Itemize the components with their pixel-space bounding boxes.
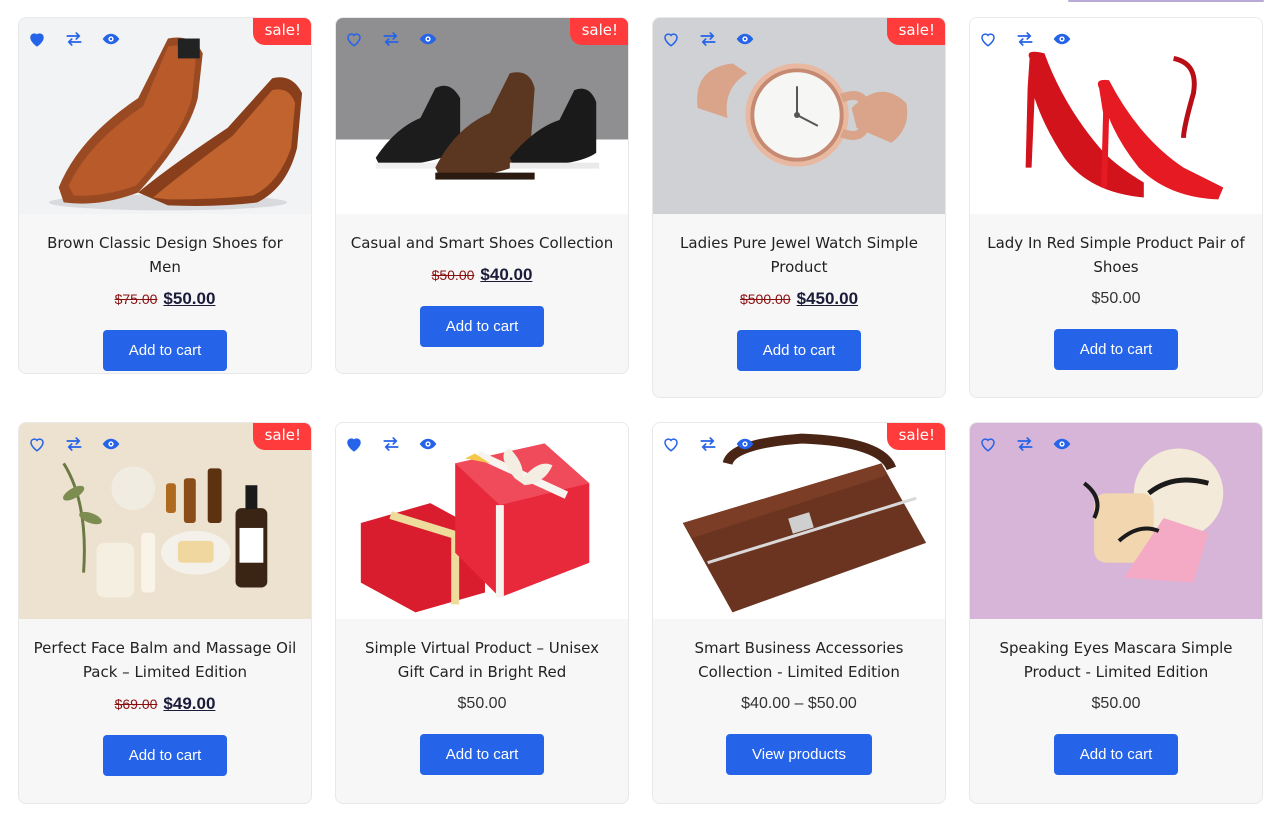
add-to-cart-button[interactable]: Add to cart [736,330,862,371]
product-title[interactable]: Brown Classic Design Shoes for Men [33,231,297,279]
product-card: sale! Smart Business Accessories Collect… [652,422,946,804]
sale-badge: sale! [886,18,945,45]
card-actions [345,435,437,453]
add-to-cart-button[interactable]: Add to cart [102,330,228,371]
product-image[interactable]: sale! [19,423,311,619]
quick-view-icon[interactable] [1053,30,1071,48]
product-title[interactable]: Simple Virtual Product – Unisex Gift Car… [350,636,614,684]
product-info: Simple Virtual Product – Unisex Gift Car… [336,619,628,799]
sale-badge: sale! [886,423,945,450]
view-products-button[interactable]: View products [726,734,872,775]
heart-icon[interactable] [662,435,680,453]
product-info: Casual and Smart Shoes Collection $50.00… [336,214,628,371]
top-edge-element [1068,0,1264,2]
product-price: $500.00 $450.00 [667,288,931,311]
product-info: Brown Classic Design Shoes for Men $75.0… [19,214,311,373]
card-actions [662,30,754,48]
product-image[interactable]: sale! [653,18,945,214]
product-price: $50.00 [984,693,1248,715]
regular-price: $50.00 [1091,290,1141,307]
card-actions [28,435,120,453]
product-title[interactable]: Ladies Pure Jewel Watch Simple Product [667,231,931,279]
product-title[interactable]: Perfect Face Balm and Massage Oil Pack –… [33,636,297,684]
card-actions [662,435,754,453]
product-price: $40.00 – $50.00 [667,693,931,715]
quick-view-icon[interactable] [102,30,120,48]
heart-icon[interactable] [345,30,363,48]
compare-icon[interactable] [65,30,83,48]
product-image[interactable]: sale! [19,18,311,214]
add-to-cart-button[interactable]: Add to cart [419,306,545,347]
price-range: $40.00 – $50.00 [741,695,857,712]
old-price: $500.00 [739,291,791,307]
add-to-cart-button[interactable]: Add to cart [1053,329,1179,370]
compare-icon[interactable] [699,435,717,453]
product-title[interactable]: Lady In Red Simple Product Pair of Shoes [984,231,1248,279]
card-actions [345,30,437,48]
product-title[interactable]: Speaking Eyes Mascara Simple Product - L… [984,636,1248,684]
compare-icon[interactable] [65,435,83,453]
compare-icon[interactable] [382,435,400,453]
product-info: Lady In Red Simple Product Pair of Shoes… [970,214,1262,394]
product-info: Ladies Pure Jewel Watch Simple Product $… [653,214,945,395]
heart-icon[interactable] [662,30,680,48]
old-price: $69.00 [114,696,158,712]
product-price: $50.00 [350,693,614,715]
product-card: sale! Ladies Pure Jewel Watch Simple Pro… [652,17,946,398]
compare-icon[interactable] [1016,435,1034,453]
sale-badge: sale! [252,18,311,45]
product-info: Perfect Face Balm and Massage Oil Pack –… [19,619,311,800]
sale-price: $49.00 [163,694,216,713]
sale-price: $450.00 [796,289,859,308]
product-price: $50.00 $40.00 [350,264,614,287]
product-card: Speaking Eyes Mascara Simple Product - L… [969,422,1263,804]
quick-view-icon[interactable] [736,30,754,48]
regular-price: $50.00 [1091,695,1141,712]
product-info: Speaking Eyes Mascara Simple Product - L… [970,619,1262,799]
heart-icon[interactable] [345,435,363,453]
product-title[interactable]: Smart Business Accessories Collection - … [667,636,931,684]
card-actions [979,435,1071,453]
compare-icon[interactable] [1016,30,1034,48]
product-image[interactable] [970,423,1262,619]
card-actions [28,30,120,48]
quick-view-icon[interactable] [736,435,754,453]
heart-icon[interactable] [979,435,997,453]
product-price: $69.00 $49.00 [33,693,297,716]
old-price: $75.00 [114,291,158,307]
quick-view-icon[interactable] [1053,435,1071,453]
quick-view-icon[interactable] [102,435,120,453]
quick-view-icon[interactable] [419,30,437,48]
old-price: $50.00 [431,267,475,283]
quick-view-icon[interactable] [419,435,437,453]
product-price: $75.00 $50.00 [33,288,297,311]
product-image[interactable]: sale! [336,18,628,214]
sale-price: $50.00 [163,289,216,308]
card-actions [979,30,1071,48]
compare-icon[interactable] [382,30,400,48]
product-info: Smart Business Accessories Collection - … [653,619,945,799]
sale-badge: sale! [252,423,311,450]
product-image[interactable] [336,423,628,619]
product-image[interactable]: sale! [653,423,945,619]
compare-icon[interactable] [699,30,717,48]
product-card: Simple Virtual Product – Unisex Gift Car… [335,422,629,804]
product-card: sale! Casual and Smart Shoes Collection … [335,17,629,374]
regular-price: $50.00 [457,695,507,712]
sale-badge: sale! [569,18,628,45]
add-to-cart-button[interactable]: Add to cart [1053,734,1179,775]
add-to-cart-button[interactable]: Add to cart [419,734,545,775]
product-card: Lady In Red Simple Product Pair of Shoes… [969,17,1263,398]
product-image[interactable] [970,18,1262,214]
product-card: sale! Brown Classic Design Shoes for Men… [18,17,312,374]
product-card: sale! Perfect Face Balm and Massage Oil … [18,422,312,804]
sale-price: $40.00 [480,265,533,284]
heart-icon[interactable] [979,30,997,48]
heart-icon[interactable] [28,30,46,48]
product-price: $50.00 [984,288,1248,310]
heart-icon[interactable] [28,435,46,453]
add-to-cart-button[interactable]: Add to cart [102,735,228,776]
product-title[interactable]: Casual and Smart Shoes Collection [350,231,614,255]
